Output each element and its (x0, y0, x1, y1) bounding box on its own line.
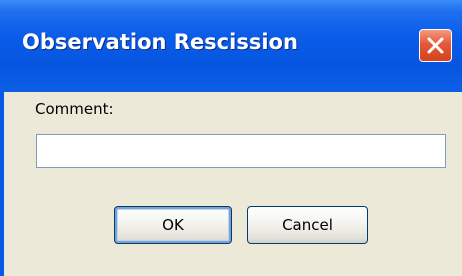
title-bar[interactable]: Observation Rescission (0, 0, 462, 92)
dialog-body: Comment: OK Cancel (4, 92, 462, 276)
close-icon (427, 37, 444, 54)
cancel-button[interactable]: Cancel (247, 206, 368, 244)
dialog-window: Observation Rescission Comment: OK Cance… (0, 0, 462, 276)
comment-input[interactable] (36, 134, 446, 168)
ok-button[interactable]: OK (114, 206, 232, 244)
close-button[interactable] (419, 29, 452, 62)
dialog-title: Observation Rescission (22, 30, 298, 54)
comment-label: Comment: (35, 100, 114, 118)
